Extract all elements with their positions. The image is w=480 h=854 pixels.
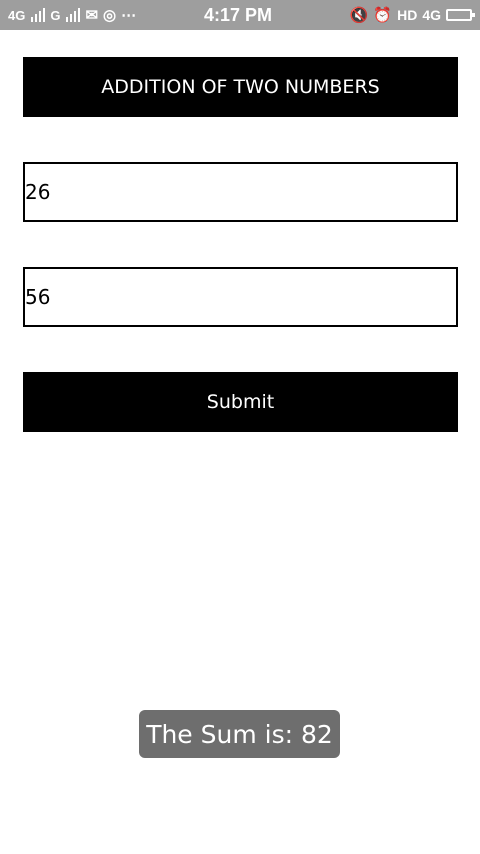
mute-icon: 🔇 [349, 6, 369, 24]
more-icon: ⋯ [121, 6, 137, 24]
network-type-1: 4G [8, 7, 26, 23]
network-type-2: G [50, 7, 61, 23]
second-number-input[interactable] [23, 267, 458, 327]
alarm-icon: ⏰ [373, 6, 393, 24]
first-number-input[interactable] [23, 162, 458, 222]
network-type-right: 4G [422, 7, 441, 23]
whatsapp-icon: ◎ [103, 6, 117, 24]
status-bar-left: 4G G ✉ ◎ ⋯ [8, 8, 350, 23]
hd-label: HD [397, 7, 418, 23]
submit-button[interactable]: Submit [23, 372, 458, 432]
signal-icon-2 [66, 8, 81, 22]
battery-charging-icon [446, 9, 475, 21]
mail-icon: ✉ [85, 6, 99, 24]
app-title: ADDITION OF TWO NUMBERS [23, 57, 458, 117]
signal-icon [31, 8, 46, 22]
status-bar: 4G G ✉ ◎ ⋯ 4:17 PM 🔇 ⏰ HD 4G [0, 0, 480, 30]
status-bar-right: 🔇 ⏰ HD 4G [349, 6, 475, 24]
sum-toast: The Sum is: 82 [139, 710, 340, 758]
status-time: 4:17 PM [204, 4, 273, 25]
